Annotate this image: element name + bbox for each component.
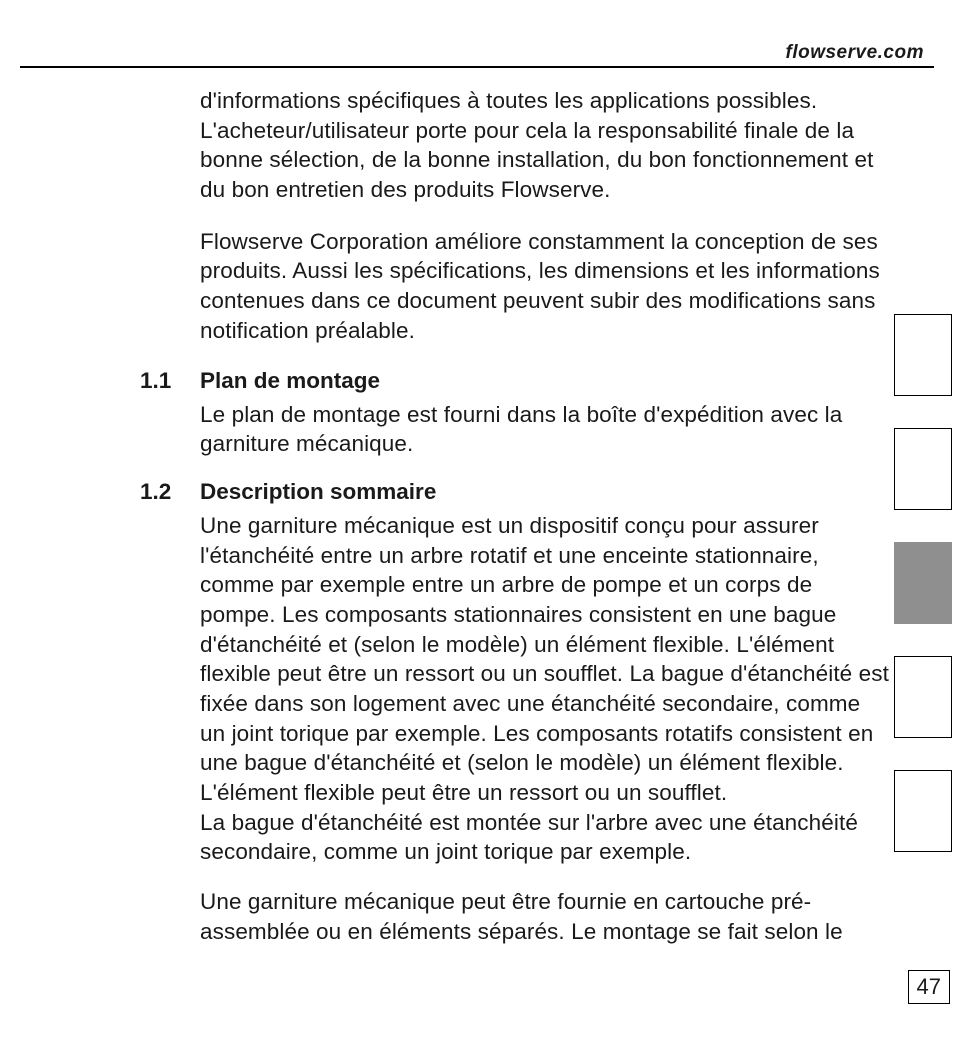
section-paragraph: La bague d'étanchéité est montée sur l'a… xyxy=(200,808,890,867)
section-title: Description sommaire xyxy=(200,479,436,505)
section-title: Plan de montage xyxy=(200,368,380,394)
section-number: 1.1 xyxy=(140,368,200,394)
section-paragraph: Une garniture mécanique peut être fourni… xyxy=(200,887,890,946)
side-tab[interactable] xyxy=(894,314,952,396)
side-tab[interactable] xyxy=(894,656,952,738)
section-paragraph: Une garniture mécanique est un dispositi… xyxy=(200,511,890,808)
section-heading: 1.2 Description sommaire xyxy=(200,479,890,505)
side-tabs xyxy=(894,314,954,884)
header-rule xyxy=(20,66,934,68)
section-number: 1.2 xyxy=(140,479,200,505)
intro-paragraph-2: Flowserve Corporation améliore constamme… xyxy=(200,227,890,346)
content-area: d'informations spécifiques à toutes les … xyxy=(140,86,890,967)
side-tab[interactable] xyxy=(894,770,952,852)
page-number: 47 xyxy=(908,970,950,1004)
section-1-1: 1.1 Plan de montage Le plan de montage e… xyxy=(200,368,890,459)
page-number-value: 47 xyxy=(917,974,941,1000)
document-page: flowserve.com d'informations spécifiques… xyxy=(0,0,954,1042)
section-paragraph: Le plan de montage est fourni dans la bo… xyxy=(200,400,890,459)
section-1-2: 1.2 Description sommaire Une garniture m… xyxy=(200,479,890,947)
section-heading: 1.1 Plan de montage xyxy=(200,368,890,394)
header-site: flowserve.com xyxy=(786,42,925,64)
intro-paragraph-1: d'informations spécifiques à toutes les … xyxy=(200,86,890,205)
side-tab[interactable] xyxy=(894,428,952,510)
side-tab-active[interactable] xyxy=(894,542,952,624)
